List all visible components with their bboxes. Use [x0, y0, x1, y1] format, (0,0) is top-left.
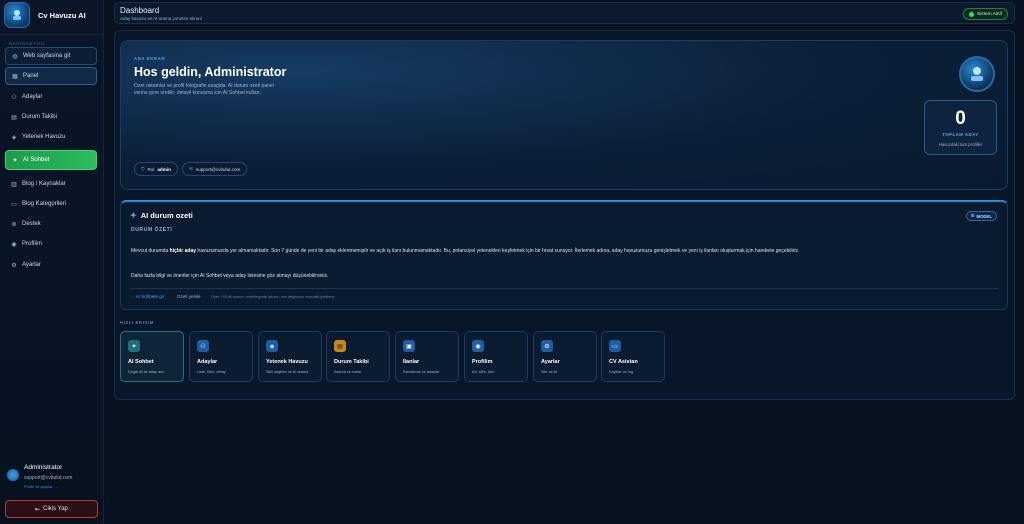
quick-card-cv-assistant[interactable]: ▭ CV Asistan Kayitlar ve log	[601, 331, 665, 382]
user-name: Administrator	[24, 464, 63, 471]
ai-summary-title: ✦ AI durum ozeti	[130, 211, 193, 220]
ai-summary-cache-note: Ozet ~15 dk oturum onbelleginde tutulur;…	[211, 295, 336, 299]
sidebar-item-settings[interactable]: ⚙ Ayarlar	[5, 256, 97, 274]
quick-card-ai-chat[interactable]: ✦ AI Sohbet Dogal dil ile aday ara	[120, 331, 184, 382]
lifebuoy-icon: ⊛	[11, 221, 17, 228]
status-dot-icon	[968, 11, 974, 17]
gear-icon: ⚙	[11, 262, 17, 269]
model-badge[interactable]: ⚙ MODEL	[965, 211, 997, 221]
sidebar-item-blog[interactable]: ▥ Blog / Kaynaklar	[5, 175, 97, 193]
dashboard-icon: ▦	[12, 73, 18, 80]
sidebar-item-ai-chat[interactable]: ✦ AI Sohbet	[5, 150, 97, 170]
refresh-summary-link[interactable]: Ozeti yenile	[177, 294, 201, 299]
logout-button[interactable]: ⇤ Cikis Yap	[5, 500, 98, 518]
folder-icon: ▭	[11, 201, 17, 208]
gear-icon: ⚙	[541, 340, 553, 352]
sidebar-item-profile[interactable]: ◉ Profilim	[5, 235, 97, 253]
quick-access-heading: HIZLI ERISIM	[120, 320, 154, 325]
role-chip: ⛉ Rol admin	[134, 162, 178, 176]
sidebar-divider	[0, 34, 103, 35]
robot-logo-icon	[4, 2, 30, 28]
chat-icon: ▭	[609, 340, 621, 352]
nav-heading: NAVIGASYON	[9, 41, 45, 46]
profile-photo	[959, 56, 995, 92]
sparkles-icon: ✦	[130, 211, 137, 220]
total-candidates-label: TOPLAM ADAY	[942, 132, 979, 137]
email-chip: ✉ support@cvbulut.com	[182, 162, 248, 176]
globe-icon: ◍	[12, 53, 18, 60]
book-icon: ▥	[11, 181, 17, 188]
hero-description: Ozet rakamlar ve profil fotografin asagi…	[134, 83, 274, 96]
profile-settings-link[interactable]: Profili ve ayarlar →	[24, 484, 58, 489]
welcome-hero: ANA EKRAN Hos geldin, Administrator Ozet…	[120, 40, 1008, 190]
quick-card-job-listings[interactable]: ▣ Ilanlar Eslestirme ve adaylar	[395, 331, 459, 382]
hero-eyebrow: ANA EKRAN	[134, 56, 166, 61]
avatar	[7, 469, 19, 481]
total-candidates-card: 0 TOPLAM ADAY Havuzdaki tum profiller	[924, 100, 997, 155]
user-email: support@cvbulut.com	[24, 475, 73, 481]
gear-icon: ⚙	[970, 213, 975, 218]
sidebar-item-support[interactable]: ⊛ Destek	[5, 215, 97, 233]
page-subtitle: Aday havuzu ve AI arama yonetim ekrani	[120, 16, 202, 21]
briefcase-icon: ▣	[403, 340, 415, 352]
quick-card-candidates[interactable]: ⚇ Adaylar Liste, filtre, detay	[189, 331, 253, 382]
sidebar-item-blog-categories[interactable]: ▭ Blog Kategorileri	[5, 195, 97, 213]
user-circle-icon: ◉	[11, 241, 17, 248]
page-title: Dashboard	[120, 6, 160, 15]
sidebar-item-talent-pool[interactable]: ◈ Yetenek Havuzu	[5, 128, 97, 146]
sparkles-icon: ✦	[128, 340, 140, 352]
clipboard-icon: ▤	[334, 340, 346, 352]
ai-summary-subheading: DURUM ÖZETİ	[131, 227, 173, 233]
total-candidates-sub: Havuzdaki tum profiller	[938, 142, 983, 147]
topbar: Dashboard Aday havuzu ve AI arama yoneti…	[114, 2, 1015, 24]
ai-summary-text: Mevcut durumda hiçbir aday havuzumuzda y…	[131, 248, 800, 254]
users-icon: ⚇	[197, 340, 209, 352]
hero-title: Hos geldin, Administrator	[134, 65, 287, 79]
tag-icon: ◈	[11, 134, 17, 141]
mail-icon: ✉	[189, 166, 193, 171]
quick-card-profile[interactable]: ◉ Profilim Ad, sifre, foto	[464, 331, 528, 382]
sidebar-item-status-tracking[interactable]: ▤ Durum Takibi	[5, 108, 97, 126]
ai-summary-text-2: Daha fazla bilgi ve öneriler için AI Soh…	[131, 273, 329, 279]
ai-summary-divider	[130, 288, 998, 289]
app-title: Cv Havuzu AI	[38, 10, 86, 20]
sidebar-item-website[interactable]: ◍ Web sayfasina git	[5, 47, 97, 65]
tag-icon: ◈	[266, 340, 278, 352]
user-circle-icon: ◉	[472, 340, 484, 352]
quick-card-talent-pool[interactable]: ◈ Yetenek Havuzu Skill dagilimi ve AI ar…	[258, 331, 322, 382]
system-status-badge: Sistem Aktif	[962, 8, 1008, 20]
quick-card-status-tracking[interactable]: ▤ Durum Takibi Asama ve notlar	[326, 331, 390, 382]
sidebar-item-candidates[interactable]: ⚇ Adaylar	[5, 88, 97, 106]
go-to-ai-chat-link[interactable]: ◌ AI Sohbete git	[131, 294, 164, 299]
logout-icon: ⇤	[35, 506, 41, 513]
sidebar: Cv Havuzu AI NAVIGASYON ◍ Web sayfasina g…	[0, 0, 104, 524]
brand[interactable]: Cv Havuzu AI	[0, 0, 103, 30]
total-candidates-value: 0	[955, 108, 966, 129]
sidebar-item-panel[interactable]: ▦ Panel	[5, 67, 97, 85]
chat-icon: ◌	[131, 294, 134, 299]
ai-summary-card: ✦ AI durum ozeti ⚙ MODEL DURUM ÖZETİ Mevcu…	[120, 200, 1008, 310]
sparkles-icon: ✦	[12, 157, 18, 164]
users-icon: ⚇	[11, 94, 17, 101]
shield-icon: ⛉	[141, 166, 145, 172]
clipboard-icon: ▤	[11, 114, 17, 121]
quick-card-settings[interactable]: ⚙ Ayarlar Site ve AI	[533, 331, 597, 382]
